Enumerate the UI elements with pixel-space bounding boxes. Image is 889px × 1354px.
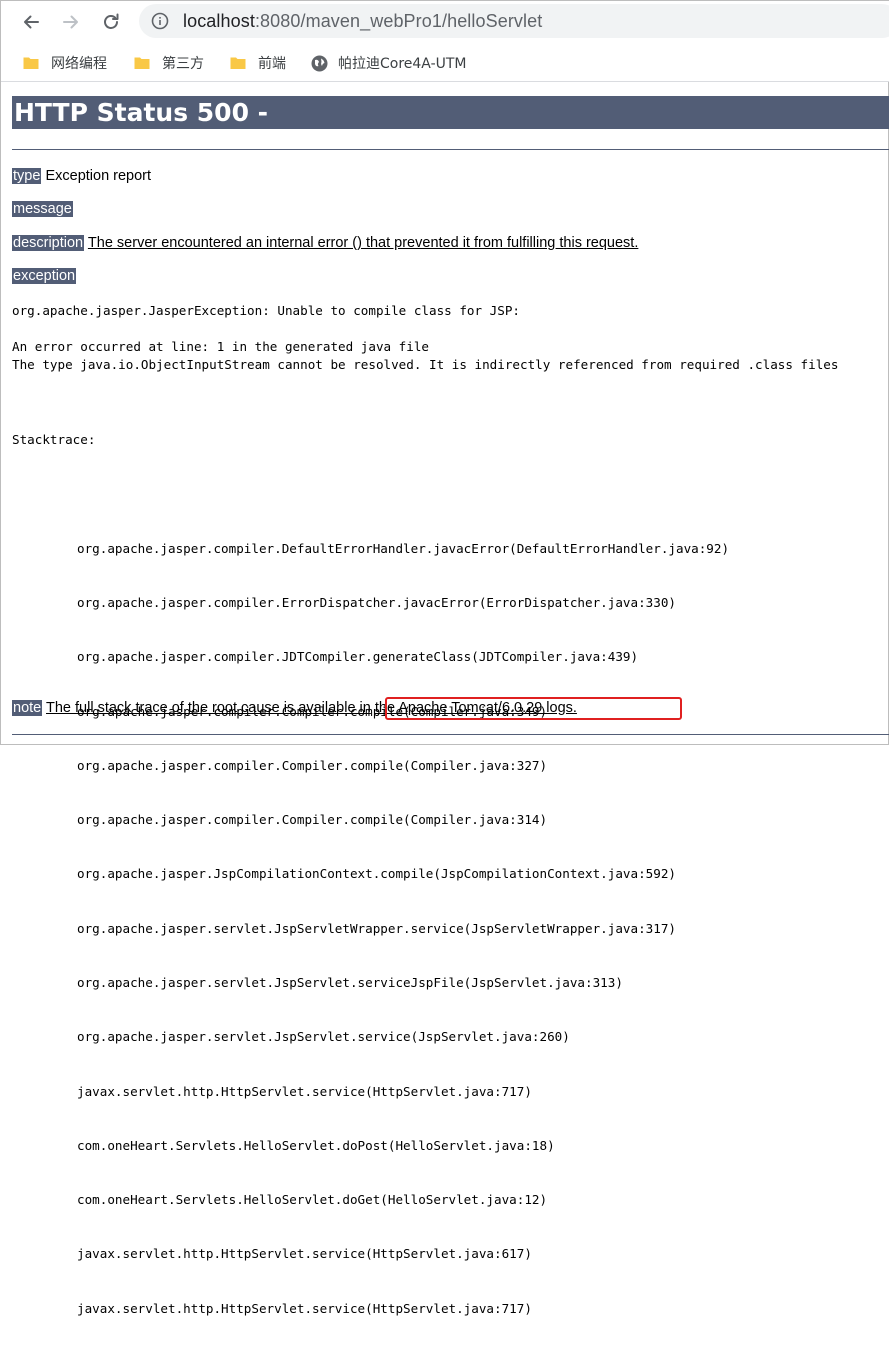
stacktrace-line: javax.servlet.http.HttpServlet.service(H… bbox=[77, 1083, 532, 1099]
page-title: HTTP Status 500 - bbox=[12, 96, 889, 129]
exception-message: org.apache.jasper.JasperException: Unabl… bbox=[12, 303, 520, 318]
folder-icon bbox=[134, 57, 150, 69]
url-path: :8080/maven_webPro1/helloServlet bbox=[254, 11, 543, 31]
url-host: localhost bbox=[183, 11, 255, 31]
stacktrace-label: Stacktrace: bbox=[12, 432, 96, 448]
bookmark-core4a-utm[interactable]: 帕拉迪Core4A-UTM bbox=[311, 52, 467, 74]
divider-bottom bbox=[12, 734, 889, 735]
bookmark-folder-thirdparty[interactable]: 第三方 bbox=[134, 52, 204, 74]
reload-button[interactable] bbox=[97, 8, 125, 36]
stacktrace: Stacktrace: org.apache.jasper.compiler.D… bbox=[12, 395, 729, 1354]
error-line-1: An error occurred at line: 1 in the gene… bbox=[12, 339, 430, 354]
folder-icon bbox=[230, 57, 246, 69]
stacktrace-line: org.apache.jasper.compiler.DefaultErrorH… bbox=[77, 540, 730, 556]
stacktrace-line: org.apache.jasper.servlet.JspServletWrap… bbox=[77, 920, 676, 936]
page-content: HTTP Status 500 - type Exception report … bbox=[1, 82, 889, 1316]
divider-top bbox=[12, 149, 889, 150]
exception-label: exception bbox=[12, 268, 77, 284]
browser-toolbar: localhost:8080/maven_webPro1/helloServle… bbox=[1, 1, 889, 43]
stacktrace-line: org.apache.jasper.compiler.Compiler.comp… bbox=[77, 757, 548, 773]
folder-icon bbox=[23, 57, 39, 69]
back-arrow-icon bbox=[24, 15, 39, 29]
bookmark-label: 网络编程 bbox=[51, 56, 107, 72]
forward-button[interactable] bbox=[57, 8, 85, 36]
stacktrace-line: javax.servlet.http.HttpServlet.service(H… bbox=[77, 1300, 532, 1316]
bookmark-folder-frontend[interactable]: 前端 bbox=[230, 52, 286, 74]
type-label: type bbox=[12, 168, 42, 184]
globe-icon bbox=[311, 55, 328, 71]
forward-arrow-icon bbox=[63, 15, 78, 29]
stacktrace-line: com.oneHeart.Servlets.HelloServlet.doGet… bbox=[77, 1192, 548, 1208]
url-text[interactable]: localhost:8080/maven_webPro1/helloServle… bbox=[183, 11, 542, 32]
message-row: message bbox=[12, 199, 73, 219]
exception-row: exception bbox=[12, 266, 77, 286]
address-bar[interactable]: localhost:8080/maven_webPro1/helloServle… bbox=[139, 4, 889, 38]
stacktrace-line: com.oneHeart.Servlets.HelloServlet.doPos… bbox=[77, 1137, 555, 1153]
bookmark-label: 前端 bbox=[258, 56, 286, 72]
description-value: The server encountered an internal error… bbox=[87, 235, 639, 251]
type-value: Exception report bbox=[45, 168, 152, 184]
annotation-highlight-box bbox=[385, 697, 682, 720]
error-line-2: The type java.io.ObjectInputStream canno… bbox=[12, 357, 839, 372]
bookmark-folder-network[interactable]: 网络编程 bbox=[23, 52, 107, 74]
type-row: type Exception report bbox=[12, 166, 151, 186]
stacktrace-line: org.apache.jasper.servlet.JspServlet.ser… bbox=[77, 1029, 570, 1045]
description-label: description bbox=[12, 235, 85, 251]
reload-icon bbox=[104, 13, 119, 29]
stacktrace-line: org.apache.jasper.compiler.Compiler.comp… bbox=[77, 812, 548, 828]
message-label: message bbox=[12, 201, 73, 217]
bookmark-label: 第三方 bbox=[162, 56, 204, 72]
bookmarks-bar: 网络编程 第三方 前端 帕拉迪Core4A-UTM bbox=[1, 43, 889, 82]
stacktrace-line: javax.servlet.http.HttpServlet.service(H… bbox=[77, 1246, 532, 1262]
stacktrace-line: org.apache.jasper.JspCompilationContext.… bbox=[77, 866, 676, 882]
stacktrace-line: org.apache.jasper.servlet.JspServlet.ser… bbox=[77, 975, 623, 990]
back-button[interactable] bbox=[17, 8, 45, 36]
stacktrace-line: org.apache.jasper.compiler.ErrorDispatch… bbox=[77, 595, 676, 611]
note-text: The full stack trace of the root cause i… bbox=[46, 700, 371, 716]
info-icon[interactable] bbox=[151, 12, 169, 30]
description-row: description The server encountered an in… bbox=[12, 233, 638, 253]
stacktrace-line: org.apache.jasper.compiler.JDTCompiler.g… bbox=[77, 649, 639, 665]
bookmark-label: 帕拉迪Core4A-UTM bbox=[338, 56, 467, 72]
note-label: note bbox=[12, 700, 43, 716]
